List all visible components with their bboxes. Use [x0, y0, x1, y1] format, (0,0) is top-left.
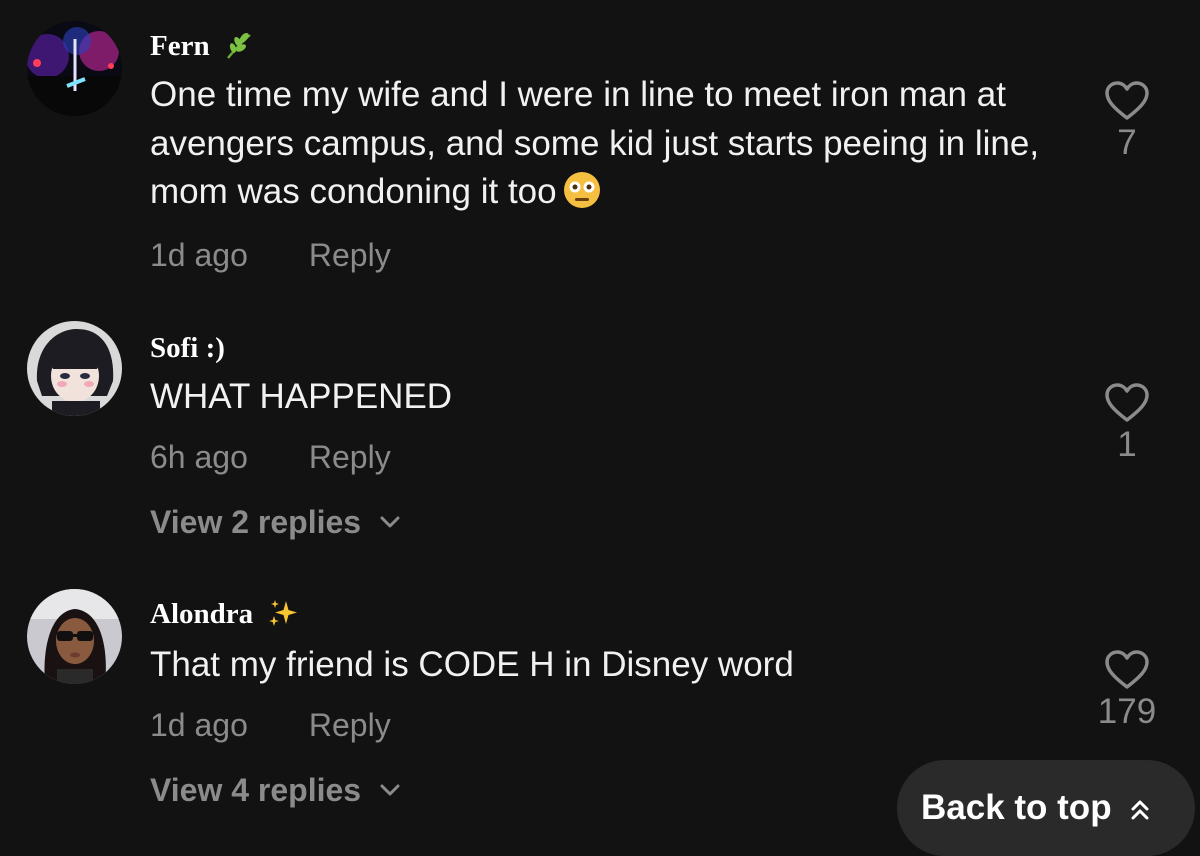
- reply-button[interactable]: Reply: [309, 705, 391, 745]
- username[interactable]: Sofi :): [150, 331, 225, 365]
- like-count: 1: [1117, 425, 1137, 464]
- timestamp: 6h ago: [150, 439, 248, 475]
- comment-meta: 1d ago Reply: [150, 235, 391, 275]
- heart-icon: [1105, 81, 1149, 120]
- view-replies-label: View 2 replies: [150, 504, 362, 540]
- username-text: Alondra: [150, 598, 254, 630]
- comment-text: That my friend is CODE H in Disney word: [150, 641, 1070, 690]
- username[interactable]: Alondra: [150, 597, 301, 631]
- username-text: Sofi :): [150, 332, 225, 364]
- chevron-down-icon: [380, 516, 400, 528]
- chevron-down-icon: [380, 784, 400, 796]
- username-text: Fern: [150, 30, 210, 62]
- comment-text-content: That my friend is CODE H in Disney word: [150, 645, 794, 684]
- timestamp: 1d ago: [150, 707, 248, 743]
- heart-icon: [1105, 383, 1149, 422]
- double-chevron-up-icon: [1131, 800, 1149, 820]
- comment-text: WHAT HAPPENED: [150, 373, 1070, 422]
- comment-text-content: WHAT HAPPENED: [150, 377, 453, 416]
- flushed-face-icon: [563, 171, 601, 223]
- timestamp: 1d ago: [150, 237, 248, 273]
- back-to-top-label: Back to top: [921, 788, 1112, 827]
- heart-icon: [1105, 650, 1149, 689]
- leaf-icon: [224, 31, 254, 61]
- view-replies-button[interactable]: View 2 replies: [150, 502, 401, 542]
- like-count: 7: [1117, 123, 1137, 162]
- like-button[interactable]: 7: [1090, 81, 1164, 163]
- like-button[interactable]: 179: [1090, 650, 1164, 732]
- avatar[interactable]: [27, 21, 122, 116]
- sparkles-icon: [267, 598, 301, 630]
- reply-button[interactable]: Reply: [309, 235, 391, 275]
- username[interactable]: Fern: [150, 29, 254, 63]
- avatar[interactable]: [27, 589, 122, 684]
- reply-button[interactable]: Reply: [309, 437, 391, 477]
- like-button[interactable]: 1: [1090, 383, 1164, 465]
- view-replies-button[interactable]: View 4 replies: [150, 770, 401, 810]
- comment-text: One time my wife and I were in line to m…: [150, 71, 1070, 223]
- back-to-top-button[interactable]: Back to top: [897, 760, 1195, 856]
- comment-meta: 6h ago Reply: [150, 437, 391, 477]
- comment-meta: 1d ago Reply: [150, 705, 391, 745]
- like-count: 179: [1097, 692, 1157, 731]
- avatar[interactable]: [27, 321, 122, 416]
- view-replies-label: View 4 replies: [150, 772, 362, 808]
